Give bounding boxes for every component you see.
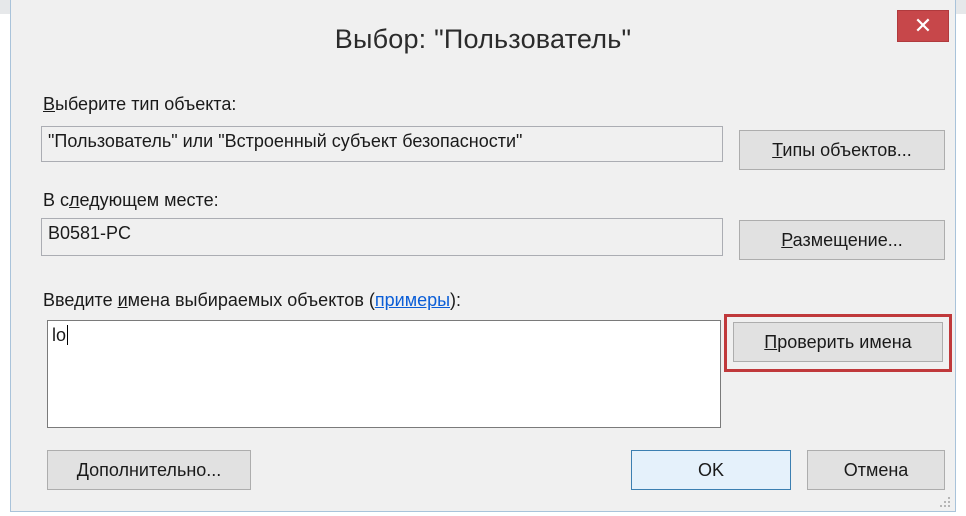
object-type-field: "Пользователь" или "Встроенный субъект б… [41,126,723,162]
ok-button[interactable]: OK [631,450,791,490]
check-names-button[interactable]: Проверить имена [733,322,943,362]
object-names-input[interactable]: lo [47,320,721,428]
select-user-dialog: Выбор: "Пользователь" ✕ Выберите тип объ… [10,0,956,512]
object-types-button[interactable]: Типы объектов... [739,130,945,170]
location-label: В следующем месте: [43,190,219,210]
close-icon: ✕ [913,13,933,38]
examples-link[interactable]: примеры [375,290,450,310]
location-field: B0581-PC [41,218,723,256]
close-button[interactable]: ✕ [897,10,949,42]
advanced-button[interactable]: Дополнительно... [47,450,251,490]
locations-button[interactable]: Размещение... [739,220,945,260]
dialog-title: Выбор: "Пользователь" [334,24,632,54]
object-names-label: Введите имена выбираемых объектов (приме… [43,290,462,310]
cancel-button[interactable]: Отмена [807,450,945,490]
dialog-content: Выберите тип объекта: "Пользователь" или… [11,80,955,512]
dialog-titlebar[interactable]: Выбор: "Пользователь" ✕ [11,0,955,80]
object-type-label: Выберите тип объекта: [43,94,237,114]
resize-grip-icon[interactable] [939,496,951,508]
text-caret [67,325,69,345]
